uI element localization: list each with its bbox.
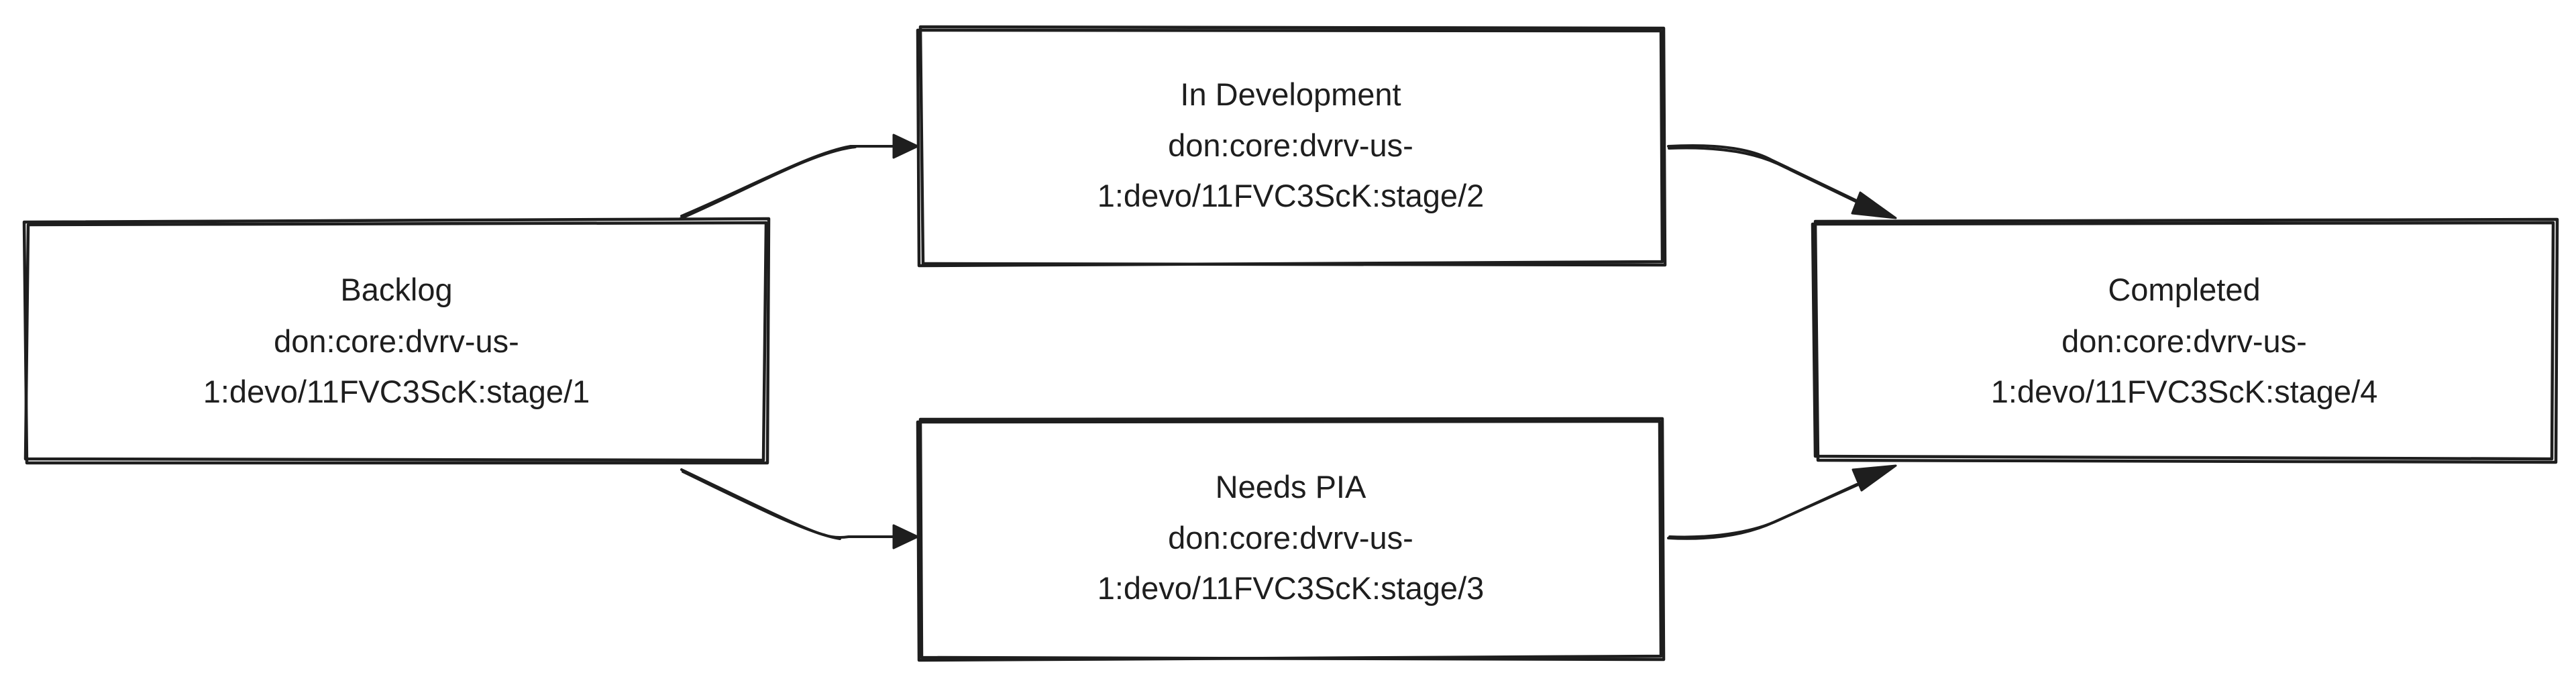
node-backlog[interactable]: Backlog don:core:dvrv-us- 1:devo/11FVC3S…: [22, 217, 771, 465]
node-id-line: 1:devo/11FVC3ScK:stage/3: [1097, 570, 1485, 606]
node-id-line: don:core:dvrv-us-: [1168, 127, 1413, 163]
node-title: Needs PIA: [1216, 469, 1366, 505]
node-id-line: don:core:dvrv-us-: [1168, 520, 1413, 556]
edge-in-development-to-completed: [1667, 144, 1897, 219]
node-completed[interactable]: Completed don:core:dvrv-us- 1:devo/11FVC…: [1811, 217, 2559, 464]
arrowhead-icon: [1851, 464, 1897, 492]
arrowhead-icon: [892, 134, 919, 159]
node-id-line: 1:devo/11FVC3ScK:stage/2: [1097, 178, 1485, 213]
arrowhead-icon: [892, 524, 919, 549]
edge-needs-pia-to-completed: [1667, 464, 1897, 540]
arrowhead-icon: [1851, 191, 1897, 219]
node-id-line: don:core:dvrv-us-: [274, 323, 519, 359]
edge-backlog-to-needs-pia: [680, 468, 919, 549]
node-title: Completed: [2108, 272, 2260, 307]
node-id-line: 1:devo/11FVC3ScK:stage/4: [1991, 374, 2378, 409]
node-needs-pia[interactable]: Needs PIA don:core:dvrv-us- 1:devo/11FVC…: [916, 417, 1666, 662]
node-title: Backlog: [340, 272, 452, 307]
edge-backlog-to-in-development: [679, 134, 919, 220]
node-in-development[interactable]: In Development don:core:dvrv-us- 1:devo/…: [916, 25, 1667, 268]
node-id-line: don:core:dvrv-us-: [2061, 323, 2307, 359]
workflow-diagram: Backlog don:core:dvrv-us- 1:devo/11FVC3S…: [22, 25, 2559, 662]
node-title: In Development: [1180, 76, 1401, 112]
node-id-line: 1:devo/11FVC3ScK:stage/1: [203, 374, 590, 409]
